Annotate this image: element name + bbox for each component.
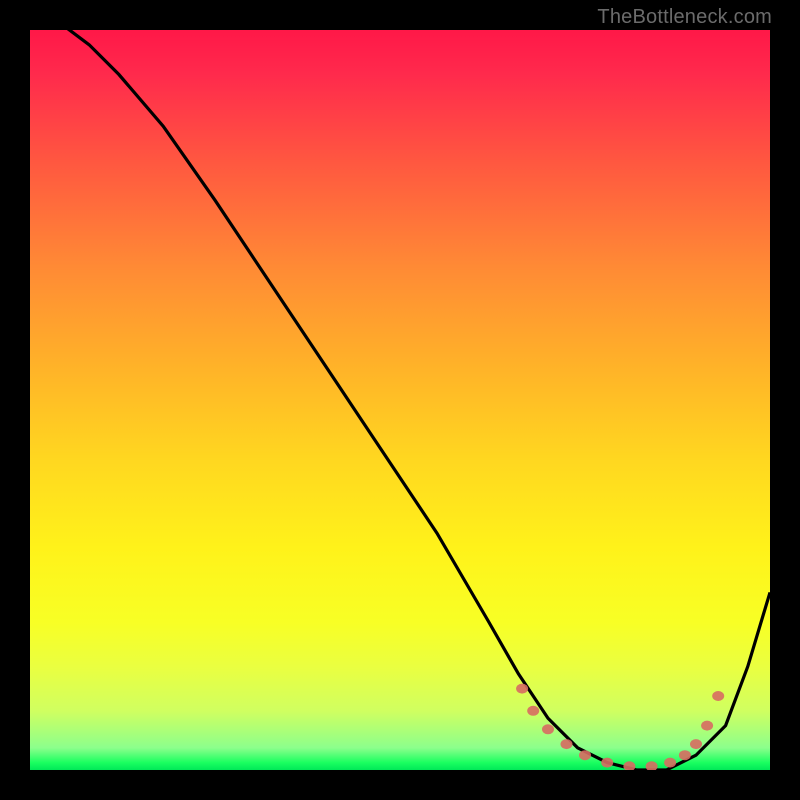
chart-svg — [30, 30, 770, 770]
watermark-text: TheBottleneck.com — [597, 6, 772, 29]
curve-marker — [516, 684, 528, 694]
curve-marker — [712, 691, 724, 701]
curve-marker — [690, 739, 702, 749]
curve-marker — [579, 750, 591, 760]
curve-marker — [623, 761, 635, 770]
curve-marker — [601, 758, 613, 768]
curve-line — [30, 30, 770, 770]
curve-marker — [542, 724, 554, 734]
chart-frame: TheBottleneck.com — [0, 0, 800, 800]
curve-marker — [701, 721, 713, 731]
curve-marker — [646, 761, 658, 770]
curve-marker — [561, 739, 573, 749]
curve-marker — [679, 750, 691, 760]
curve-marker — [664, 758, 676, 768]
curve-marker — [527, 706, 539, 716]
